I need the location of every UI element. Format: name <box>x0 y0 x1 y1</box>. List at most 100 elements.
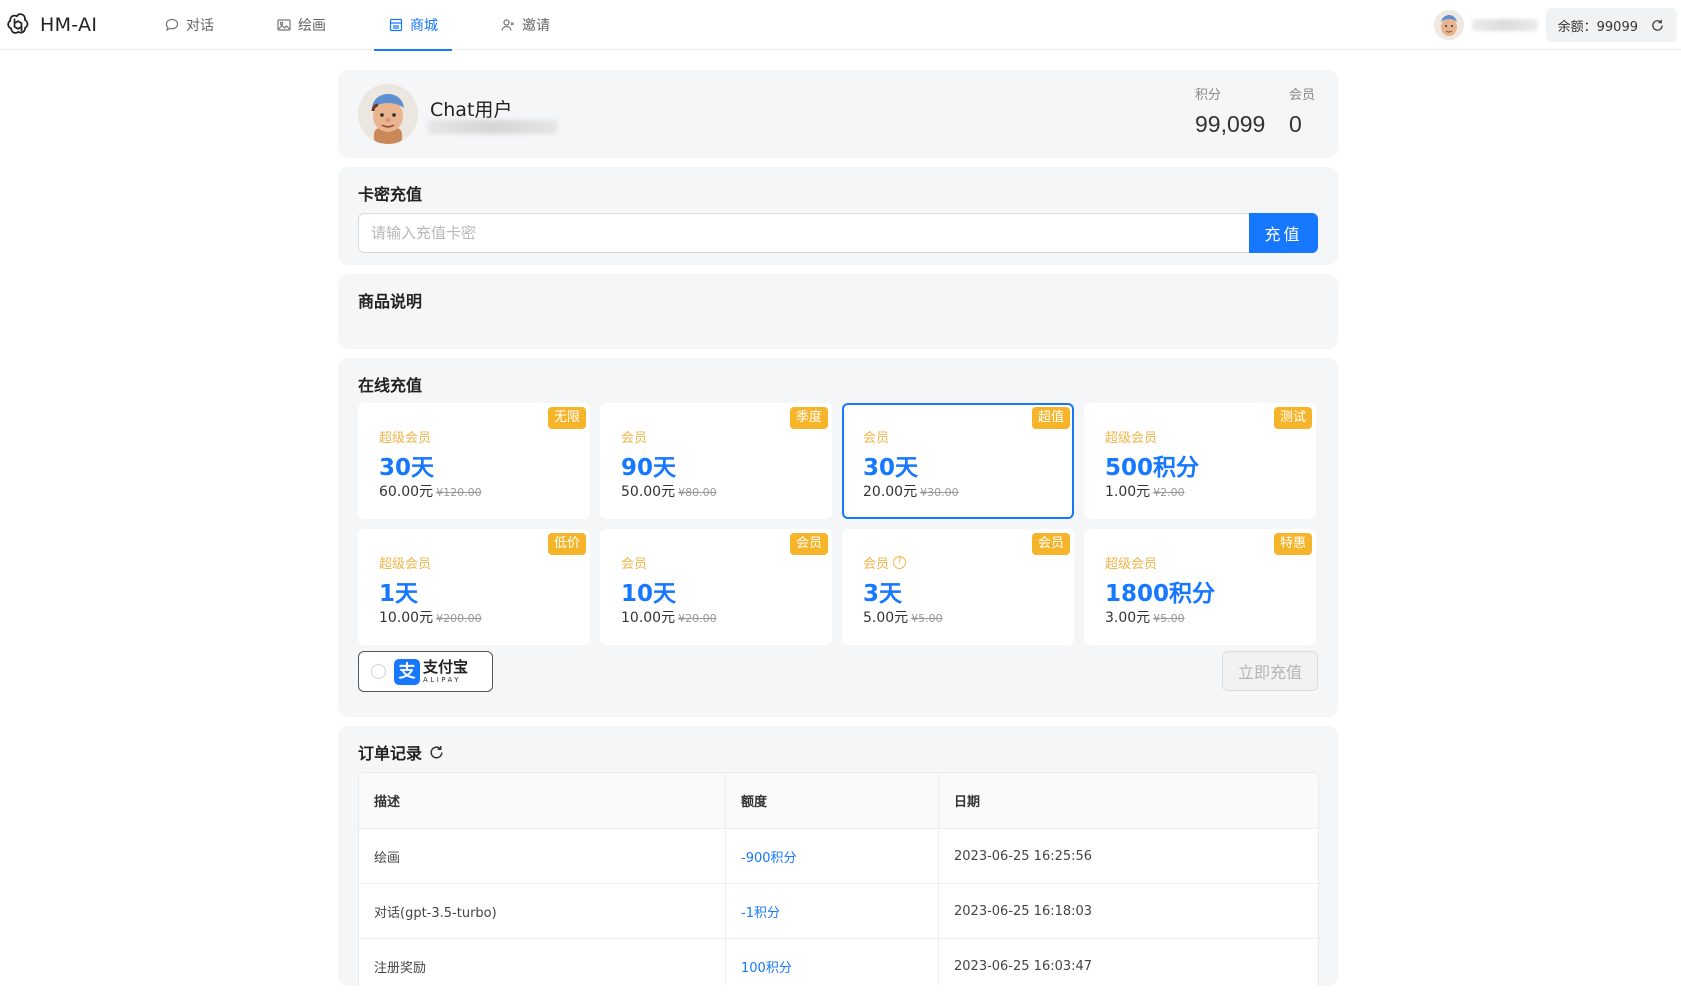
nav-item-chat[interactable]: 对话 <box>150 0 228 50</box>
package-card[interactable]: 低价 超级会员 1天 10.00元 ¥200.00 <box>358 529 590 645</box>
package-card[interactable]: 测试 超级会员 500积分 1.00元 ¥2.00 <box>1084 403 1316 519</box>
package-tag: 季度 <box>789 407 828 429</box>
description-text: 绘画 <box>374 850 401 866</box>
product-description-section: 商品说明 <box>338 274 1338 349</box>
nav-label-invite: 邀请 <box>522 18 550 34</box>
package-price: 50.00元 ¥80.00 <box>621 481 717 501</box>
package-type-label: 超级会员 <box>379 557 432 572</box>
package-price-value: 3.00元 <box>1105 610 1151 626</box>
package-price: 1.00元 ¥2.00 <box>1105 481 1185 501</box>
package-price-value: 20.00元 <box>863 484 918 500</box>
package-type-label: 超级会员 <box>379 431 432 446</box>
blurred-username <box>1471 19 1538 31</box>
profile-card: Chat用户 积分 99,099 会员 0 <box>338 70 1338 158</box>
package-type-label: 会员 <box>621 431 648 446</box>
package-price: 20.00元 ¥30.00 <box>863 481 959 501</box>
package-type: 会员? <box>863 553 907 572</box>
order-table: 描述 额度 日期 绘画 -900积分 2023-06-25 16:25:56 对… <box>358 772 1319 986</box>
openai-logo-icon <box>7 13 29 34</box>
package-card[interactable]: 无限 超级会员 30天 60.00元 ¥120.00 <box>358 403 590 519</box>
alipay-logo: 支 支付宝 ALIPAY <box>394 658 468 685</box>
refresh-icon[interactable] <box>1650 18 1665 33</box>
row-description: 绘画 <box>359 829 726 883</box>
package-original-price: ¥30.00 <box>920 486 959 499</box>
package-type: 超级会员 <box>1105 553 1157 572</box>
payment-option-alipay[interactable]: 支 支付宝 ALIPAY <box>358 651 493 692</box>
package-grid: 无限 超级会员 30天 60.00元 ¥120.00 季度 会员 90天 50.0… <box>358 403 1322 645</box>
user-area: 余额：99099 <box>1433 8 1677 42</box>
store-icon <box>389 18 403 32</box>
package-price-value: 5.00元 <box>863 610 909 626</box>
column-header-date: 日期 <box>954 795 981 810</box>
table-row: 对话(gpt-3.5-turbo) -1积分 2023-06-25 16:18:… <box>359 884 1318 939</box>
main-nav: 对话 绘画 商城 邀请 <box>150 0 598 51</box>
user-avatar[interactable] <box>1433 10 1464 40</box>
package-original-price: ¥200.00 <box>436 612 482 625</box>
package-title: 90天 <box>621 455 677 481</box>
package-card[interactable]: 会员 会员? 3天 5.00元 ¥5.00 <box>842 529 1074 645</box>
payment-radio[interactable] <box>371 664 386 679</box>
online-recharge-title: 在线充值 <box>358 376 423 395</box>
card-key-section: 卡密充值 充值 <box>338 167 1338 265</box>
package-type-label: 超级会员 <box>1105 557 1158 572</box>
app-logo[interactable]: HM-AI <box>4 10 97 40</box>
card-key-input[interactable] <box>358 213 1249 253</box>
profile-avatar <box>358 84 418 144</box>
member-value: 0 <box>1289 111 1302 137</box>
alipay-wordmark: 支付宝 ALIPAY <box>423 659 468 684</box>
member-stat: 会员 0 <box>1289 84 1315 138</box>
online-recharge-section: 在线充值 无限 超级会员 30天 60.00元 ¥120.00 季度 会员 90天… <box>338 358 1338 717</box>
nav-label-draw: 绘画 <box>298 18 326 34</box>
package-card[interactable]: 超值 会员 30天 20.00元 ¥30.00 <box>842 403 1074 519</box>
package-price-value: 10.00元 <box>621 610 676 626</box>
package-type-label: 会员 <box>621 557 648 572</box>
order-records-section: 订单记录 描述 额度 日期 绘画 -900积分 2023-06-25 16:25… <box>338 726 1338 986</box>
package-original-price: ¥20.00 <box>678 612 717 625</box>
package-type-label: 会员 <box>863 557 890 572</box>
nav-label-store: 商城 <box>410 18 438 34</box>
package-type: 超级会员 <box>379 427 431 446</box>
package-title: 10天 <box>621 581 677 607</box>
package-title: 1天 <box>379 581 419 607</box>
package-tag: 会员 <box>789 533 828 555</box>
chat-bubble-icon <box>165 18 179 32</box>
refresh-icon[interactable] <box>428 744 445 761</box>
package-original-price: ¥5.00 <box>911 612 943 625</box>
package-original-price: ¥80.00 <box>678 486 717 499</box>
package-tag: 无限 <box>547 407 586 429</box>
package-type-label: 会员 <box>863 431 890 446</box>
help-icon[interactable]: ? <box>893 556 907 569</box>
description-text: 注册奖励 <box>374 960 427 976</box>
package-title: 500积分 <box>1105 455 1200 481</box>
package-card[interactable]: 会员 会员 10天 10.00元 ¥20.00 <box>600 529 832 645</box>
package-card[interactable]: 特惠 超级会员 1800积分 3.00元 ¥5.00 <box>1084 529 1316 645</box>
app-name: HM-AI <box>40 14 98 36</box>
package-title: 30天 <box>863 455 919 481</box>
package-card[interactable]: 季度 会员 90天 50.00元 ¥80.00 <box>600 403 832 519</box>
member-label: 会员 <box>1289 88 1316 103</box>
nav-label-chat: 对话 <box>186 18 214 34</box>
product-description-title: 商品说明 <box>358 292 423 311</box>
row-amount: 100积分 <box>726 939 939 986</box>
package-title: 3天 <box>863 581 903 607</box>
date-text: 2023-06-25 16:25:56 <box>954 848 1093 864</box>
package-title: 30天 <box>379 455 435 481</box>
points-value: 99,099 <box>1195 111 1266 137</box>
package-original-price: ¥2.00 <box>1153 486 1185 499</box>
row-description: 对话(gpt-3.5-turbo) <box>359 884 726 938</box>
balance-text: 余额：99099 <box>1557 19 1638 35</box>
package-type: 会员 <box>863 427 889 446</box>
nav-item-invite[interactable]: 邀请 <box>486 0 564 50</box>
points-label: 积分 <box>1195 88 1222 103</box>
recharge-now-button[interactable]: 立即充值 <box>1222 651 1318 691</box>
nav-item-store[interactable]: 商城 <box>374 0 452 51</box>
package-price: 10.00元 ¥200.00 <box>379 607 482 627</box>
nav-item-draw[interactable]: 绘画 <box>262 0 340 50</box>
column-header-amount: 额度 <box>726 773 939 828</box>
package-price-value: 60.00元 <box>379 484 434 500</box>
package-original-price: ¥120.00 <box>436 486 482 499</box>
card-key-row: 充值 <box>358 213 1318 253</box>
points-stat: 积分 99,099 <box>1195 84 1265 138</box>
row-date: 2023-06-25 16:03:47 <box>939 939 1318 986</box>
recharge-key-button[interactable]: 充值 <box>1249 213 1318 253</box>
